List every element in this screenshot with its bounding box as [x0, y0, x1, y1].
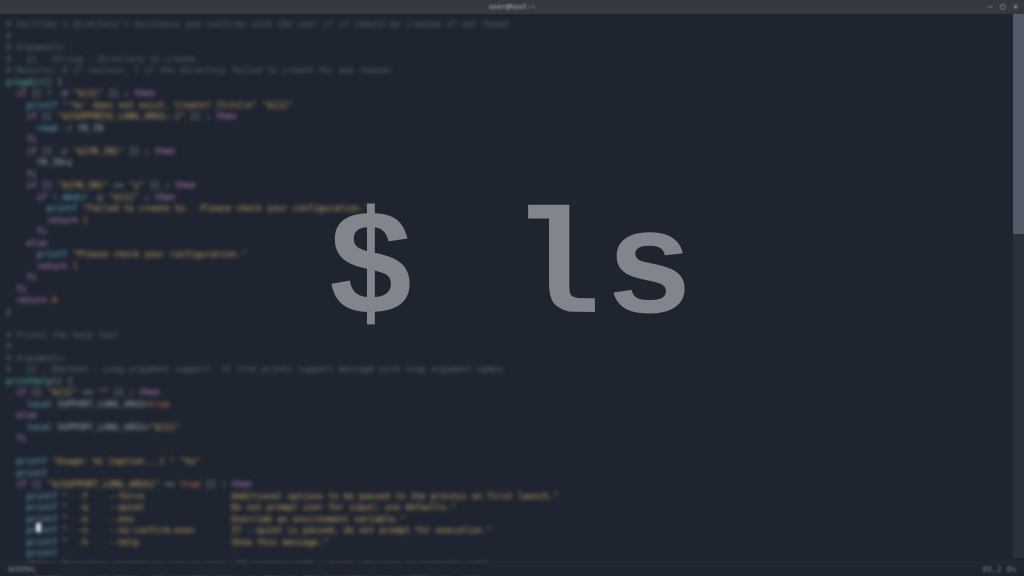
titlebar: user@host:~ — ▢ ✕ — [0, 0, 1024, 14]
source-code: # Verifies a directory's existence and c… — [6, 20, 1004, 576]
scrollbar-thumb[interactable] — [1013, 14, 1024, 234]
window-title: user@host:~ — [489, 3, 535, 11]
statusbar-mode: NORMAL — [8, 565, 37, 574]
minimize-icon[interactable]: — — [988, 2, 993, 11]
scrollbar-track[interactable] — [1013, 14, 1024, 558]
close-icon[interactable]: ✕ — [1013, 2, 1018, 11]
maximize-icon[interactable]: ▢ — [1000, 2, 1005, 11]
window-controls[interactable]: — ▢ ✕ — [988, 2, 1018, 11]
editor-viewport[interactable]: # Verifies a directory's existence and c… — [0, 14, 1024, 576]
statusbar: NORMAL 88,2 8% — [0, 562, 1024, 576]
text-cursor — [36, 523, 41, 532]
statusbar-position: 88,2 8% — [982, 565, 1016, 574]
